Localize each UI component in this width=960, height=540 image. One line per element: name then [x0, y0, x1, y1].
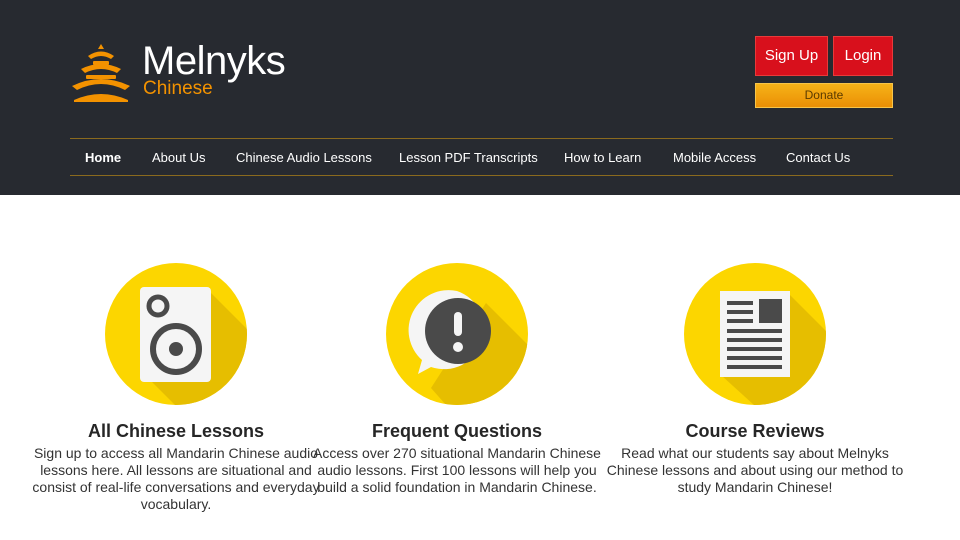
- logo-brand-name: Melnyks: [142, 39, 286, 83]
- feature-text: Access over 270 situational Mandarin Chi…: [313, 445, 601, 495]
- nav-item-contact-us[interactable]: Contact Us: [786, 139, 850, 176]
- nav-item-chinese-audio-lessons[interactable]: Chinese Audio Lessons: [236, 139, 372, 176]
- nav-item-about-us[interactable]: About Us: [152, 139, 205, 176]
- document-icon: [684, 263, 826, 405]
- nav-item-home[interactable]: Home: [85, 139, 121, 176]
- main-nav: Home About Us Chinese Audio Lessons Less…: [70, 138, 893, 176]
- logo-brand-sub: Chinese: [143, 78, 213, 99]
- speaker-icon: [105, 263, 247, 405]
- site-logo[interactable]: Melnyks Chinese: [70, 39, 330, 106]
- feature-title: Frequent Questions: [371, 421, 542, 441]
- login-button[interactable]: Login: [833, 36, 893, 76]
- nav-item-how-to-learn[interactable]: How to Learn: [564, 139, 641, 176]
- nav-item-lesson-pdf-transcripts[interactable]: Lesson PDF Transcripts: [399, 139, 538, 176]
- donate-button[interactable]: Donate: [755, 83, 893, 108]
- site-header: Melnyks Chinese Sign Up Login Donate Hom…: [0, 0, 960, 195]
- temple-logo-icon: [72, 44, 130, 102]
- sign-up-button[interactable]: Sign Up: [755, 36, 828, 76]
- exclamation-icon: [386, 263, 528, 405]
- feature-title: Course Reviews: [685, 421, 825, 441]
- nav-item-mobile-access[interactable]: Mobile Access: [673, 139, 756, 176]
- feature-title: All Chinese Lessons: [87, 421, 265, 441]
- feature-text: Sign up to access all Mandarin Chinese a…: [32, 445, 320, 512]
- feature-text: Read what our students say about Melnyks…: [606, 445, 904, 495]
